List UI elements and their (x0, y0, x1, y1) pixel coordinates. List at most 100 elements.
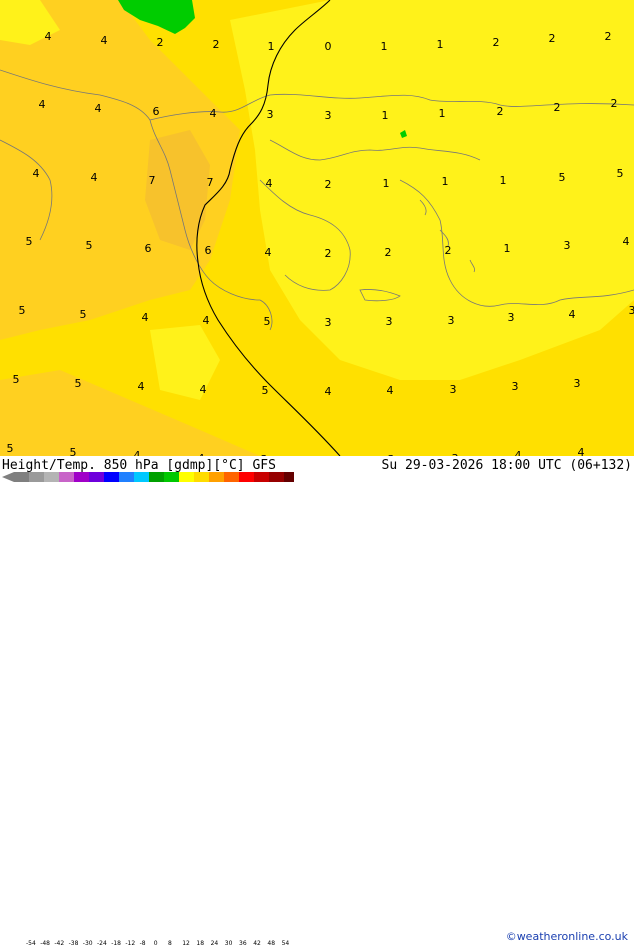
scale-tick-label: 0 (154, 940, 158, 947)
scale-swatch (44, 472, 59, 482)
scale-swatch (284, 472, 294, 482)
map-canvas: 4422101122244643311222447742111555566422… (0, 0, 634, 456)
temperature-value: 4 (200, 383, 207, 396)
temperature-value: 4 (45, 30, 52, 43)
weather-map: 4422101122244643311222447742111555566422… (0, 0, 634, 456)
temperature-value: 7 (207, 176, 214, 189)
temperature-value: 3 (564, 239, 571, 252)
temperature-value: 5 (617, 167, 624, 180)
temperature-value: 2 (605, 30, 612, 43)
temperature-value: 0 (325, 40, 332, 53)
temperature-value: 3 (325, 109, 332, 122)
temperature-value: 1 (504, 242, 511, 255)
temperature-value: 5 (13, 373, 20, 386)
scale-tick-label: 24 (211, 940, 219, 947)
temperature-value: 4 (569, 308, 576, 321)
temperature-value: 2 (549, 32, 556, 45)
temperature-value: 5 (26, 235, 33, 248)
scale-swatch (104, 472, 119, 482)
temperature-value: 2 (325, 247, 332, 260)
temperature-value: 4 (39, 98, 46, 111)
scale-swatch (149, 472, 164, 482)
scale-tick-label: 18 (196, 940, 204, 947)
temperature-value: 3 (448, 314, 455, 327)
scale-swatch (74, 472, 89, 482)
valid-time: Su 29-03-2026 18:00 UTC (06+132) (382, 458, 632, 473)
temperature-value: 5 (559, 171, 566, 184)
scale-swatch (89, 472, 104, 482)
temperature-value: 5 (7, 442, 14, 455)
temperature-value: 2 (493, 36, 500, 49)
temperature-value: 3 (386, 315, 393, 328)
temperature-value: 3 (325, 316, 332, 329)
footer: Height/Temp. 850 hPa [gdmp][°C] GFS Su 2… (0, 456, 634, 490)
temperature-value: 5 (264, 315, 271, 328)
scale-swatch (14, 472, 29, 482)
scale-tick-label: -38 (69, 940, 79, 947)
temperature-value: 1 (500, 174, 507, 187)
temperature-value: 2 (325, 178, 332, 191)
temperature-value: 5 (80, 308, 87, 321)
color-scale-bar (2, 472, 294, 482)
scale-tick-label: -18 (111, 940, 121, 947)
temperature-value: 1 (381, 40, 388, 53)
scale-tick-label: -48 (40, 940, 50, 947)
temperature-value: 4 (33, 167, 40, 180)
scale-tick-label: -54 (26, 940, 36, 947)
scale-tick-label: -30 (83, 940, 93, 947)
temperature-value: 6 (205, 244, 212, 257)
temperature-value: 4 (95, 102, 102, 115)
scale-arrow-low (2, 472, 14, 482)
scale-tick-label: -24 (97, 940, 107, 947)
scale-tick-label: -8 (140, 940, 146, 947)
temperature-value: 4 (515, 449, 522, 456)
temperature-value: 4 (91, 171, 98, 184)
temperature-value: 3 (450, 383, 457, 396)
scale-swatch (209, 472, 224, 482)
temperature-value: 5 (70, 446, 77, 456)
temperature-value: 2 (157, 36, 164, 49)
scale-tick-label: 54 (282, 940, 290, 947)
temperature-value: 1 (442, 175, 449, 188)
temperature-value: 4 (101, 34, 108, 47)
scale-swatch (269, 472, 284, 482)
scale-tick-label: 30 (225, 940, 233, 947)
temperature-value: 1 (268, 40, 275, 53)
temperature-value: 1 (439, 107, 446, 120)
temperature-value: 4 (138, 380, 145, 393)
temperature-value: 2 (554, 101, 561, 114)
scale-swatch (119, 472, 134, 482)
temperature-value: 4 (210, 107, 217, 120)
scale-swatch (29, 472, 44, 482)
scale-swatch (224, 472, 239, 482)
scale-tick-label: 36 (239, 940, 247, 947)
scale-swatch (164, 472, 179, 482)
scale-swatch (254, 472, 269, 482)
temperature-value: 1 (437, 38, 444, 51)
scale-swatch (59, 472, 74, 482)
temperature-value: 4 (142, 311, 149, 324)
scale-tick-label: 8 (168, 940, 172, 947)
temperature-value: 3 (574, 377, 581, 390)
temperature-value: 7 (149, 174, 156, 187)
temperature-value: 4 (134, 449, 141, 456)
temperature-value: 4 (203, 314, 210, 327)
scale-swatch (134, 472, 149, 482)
temperature-value: 5 (262, 384, 269, 397)
scale-swatch (194, 472, 209, 482)
temperature-value: 6 (153, 105, 160, 118)
temperature-value: 2 (385, 246, 392, 259)
credit-link[interactable]: ©weatheronline.co.uk (506, 930, 628, 943)
temperature-value: 1 (383, 177, 390, 190)
temperature-value: 4 (325, 385, 332, 398)
temperature-value: 3 (512, 380, 519, 393)
scale-tick-label: -12 (125, 940, 135, 947)
temperature-value: 2 (611, 97, 618, 110)
scale-tick-label: 48 (267, 940, 275, 947)
temperature-value: 5 (75, 377, 82, 390)
temperature-value: 2 (213, 38, 220, 51)
temperature-value: 5 (86, 239, 93, 252)
chart-title: Height/Temp. 850 hPa [gdmp][°C] GFS (2, 458, 276, 473)
temperature-value: 4 (578, 446, 585, 456)
temperature-value: 4 (387, 384, 394, 397)
